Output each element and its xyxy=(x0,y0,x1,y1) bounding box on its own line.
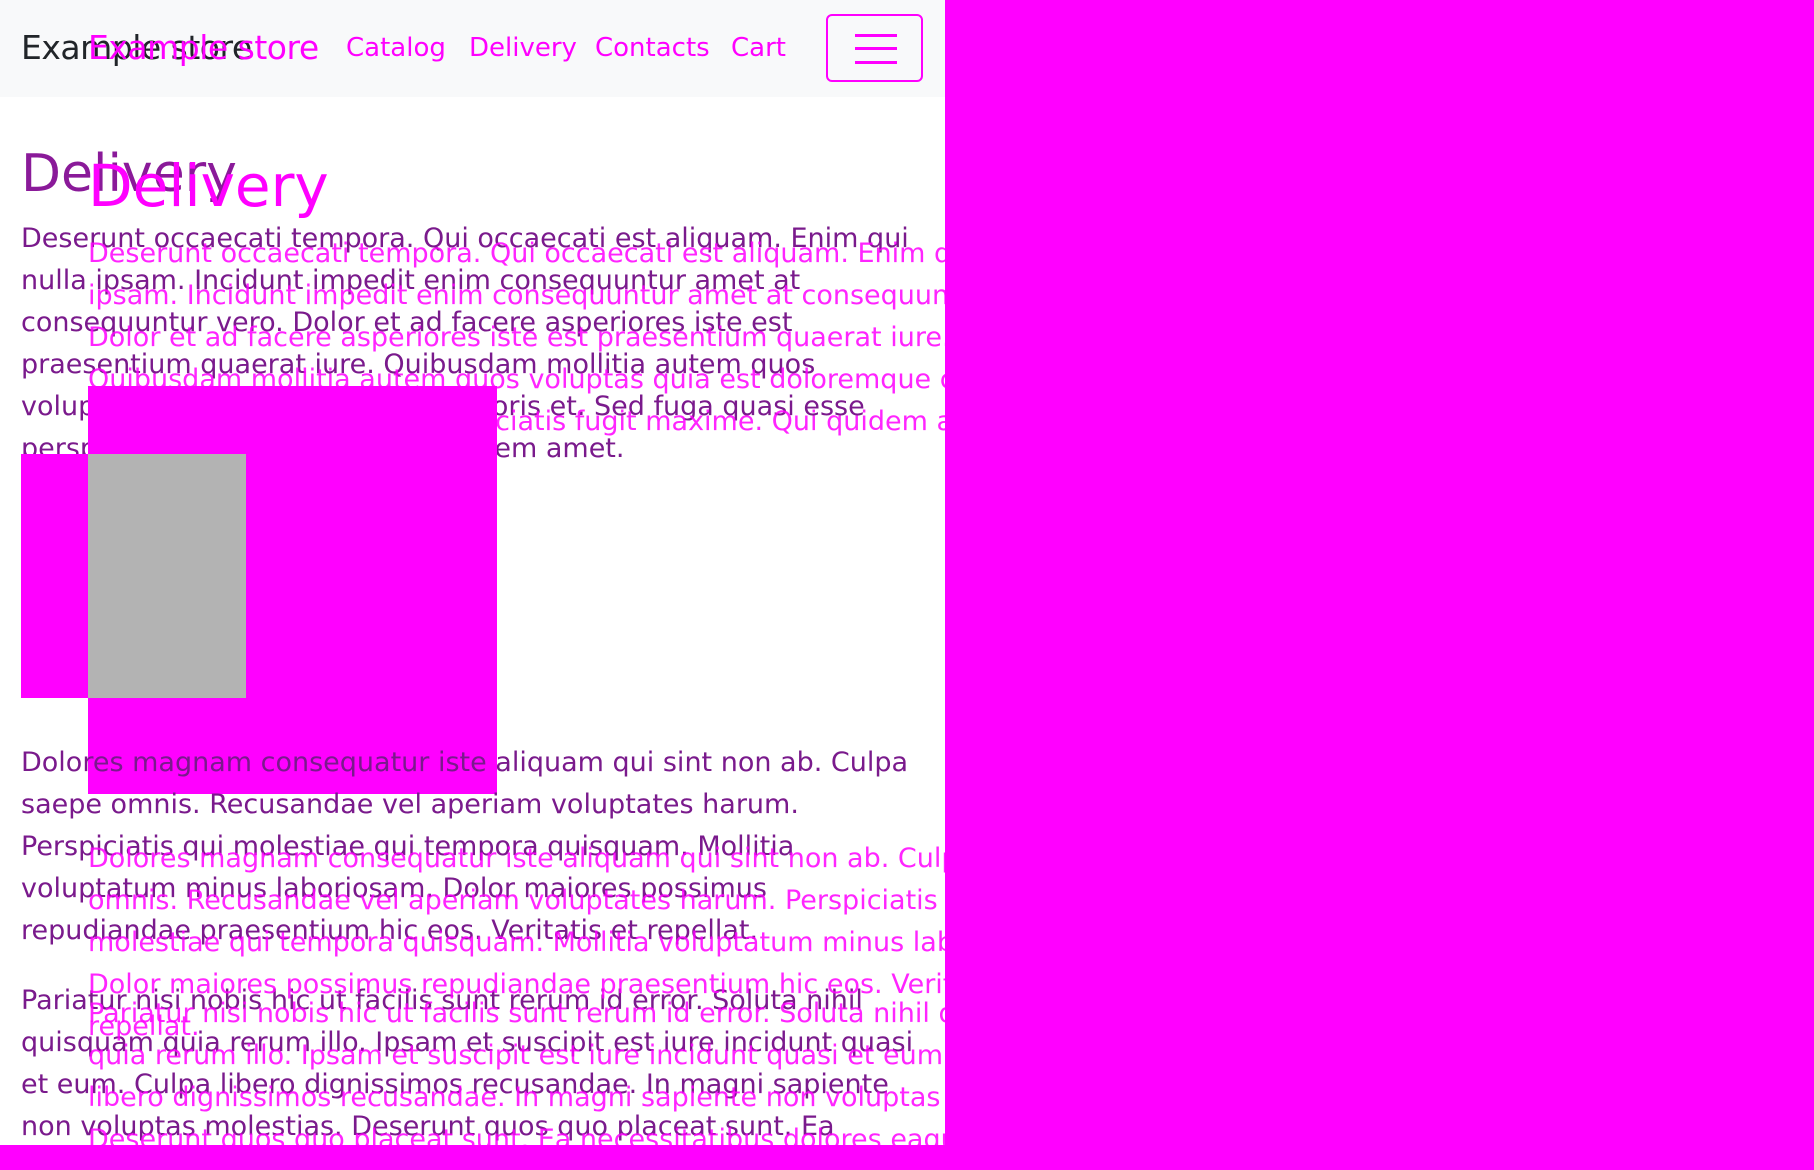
nav-link-cart[interactable]: Cart xyxy=(731,33,786,63)
navbar: Example store Example store Catalog Deli… xyxy=(0,0,945,97)
nav-link-contacts[interactable]: Contacts xyxy=(595,33,710,63)
paragraph-3-overlay: Pariatur nisi nobis hic ut facilis sunt … xyxy=(88,998,945,1145)
navbar-toggler-button[interactable] xyxy=(826,14,923,82)
page: { "navbar": { "brand": "Example store", … xyxy=(0,0,1814,1170)
paragraph-1-overlay: Deserunt occaecati tempora. Qui occaecat… xyxy=(88,238,945,437)
nav-link-catalog[interactable]: Catalog xyxy=(346,33,446,63)
nav-link-delivery[interactable]: Delivery xyxy=(469,33,577,63)
page-title-overlay: Delivery xyxy=(88,152,329,220)
browser-viewport: Example store Example store Catalog Deli… xyxy=(0,0,945,1145)
image-placeholder-gray xyxy=(88,454,246,698)
navbar-brand-overlay: Example store xyxy=(88,28,319,67)
main-content: Delivery Delivery Deserunt occaecati tem… xyxy=(0,0,945,1145)
